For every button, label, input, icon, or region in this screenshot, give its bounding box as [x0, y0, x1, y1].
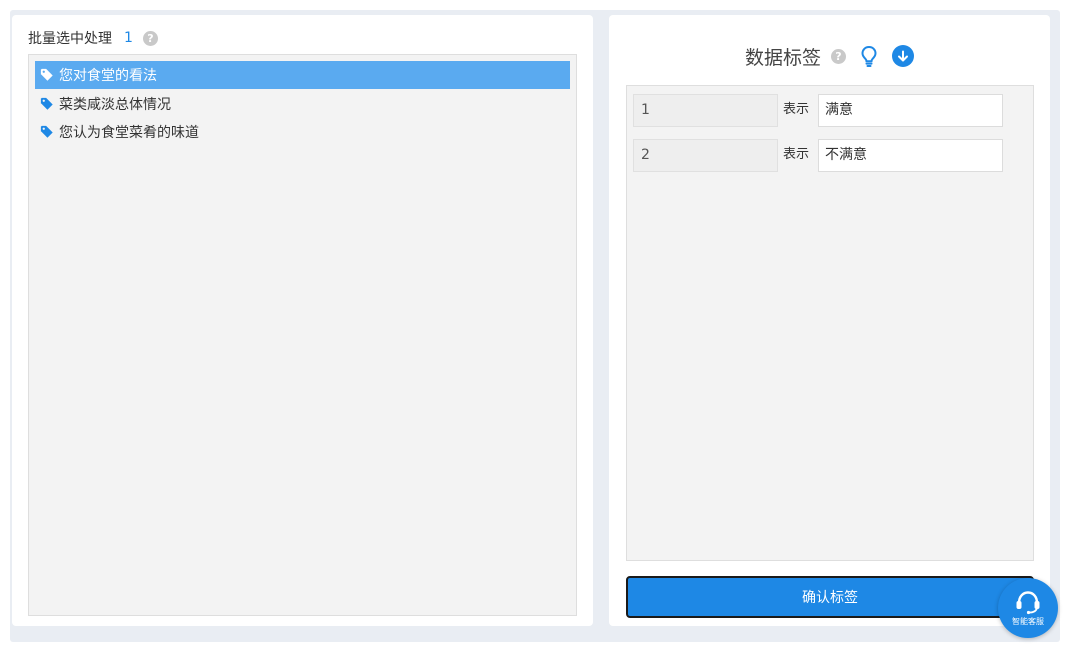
- question-list[interactable]: 您对食堂的看法 菜类咸淡总体情况 您认为食堂菜肴的味道: [28, 54, 577, 616]
- list-item-label: 您认为食堂菜肴的味道: [59, 125, 199, 141]
- page-title: 数据标签: [744, 46, 821, 69]
- means-label: 表示: [783, 102, 810, 117]
- help-icon[interactable]: ?: [831, 48, 846, 64]
- list-item[interactable]: 您认为食堂菜肴的味道: [35, 118, 570, 146]
- batch-select-panel: 批量选中处理 1 ? 您对食堂的看法 菜类咸淡总体情况 您认为食堂菜肴的味道: [12, 15, 593, 626]
- help-icon[interactable]: ?: [142, 30, 158, 46]
- data-label-panel: 数据标签 ? 1 表示 满意 2 表示 不满意 确认标签: [609, 15, 1050, 626]
- batch-title: 批量选中处理: [28, 31, 112, 47]
- tag-icon: [40, 97, 53, 110]
- selected-count: 1: [124, 30, 133, 46]
- code-field: 2: [633, 139, 778, 172]
- code-field: 1: [633, 94, 778, 127]
- tag-icon: [40, 68, 53, 81]
- data-label-header: 数据标签 ?: [609, 41, 1050, 71]
- label-row: 1 表示 满意: [633, 94, 1013, 127]
- batch-header: 批量选中处理 1 ?: [28, 27, 158, 49]
- arrow-down-icon: [898, 50, 908, 62]
- headset-icon: [1016, 591, 1040, 615]
- list-item[interactable]: 您对食堂的看法: [35, 61, 570, 89]
- customer-service-button[interactable]: 智能客服: [998, 578, 1058, 638]
- means-label: 表示: [783, 147, 810, 162]
- list-item-label: 您对食堂的看法: [59, 68, 157, 84]
- tag-icon: [40, 125, 53, 138]
- lightbulb-icon[interactable]: [860, 45, 878, 67]
- customer-service-label: 智能客服: [1012, 617, 1044, 626]
- label-value-input[interactable]: 满意: [818, 94, 1003, 127]
- list-item-label: 菜类咸淡总体情况: [59, 97, 171, 113]
- list-item[interactable]: 菜类咸淡总体情况: [35, 90, 570, 118]
- label-row: 2 表示 不满意: [633, 139, 1013, 172]
- label-mapping-list: 1 表示 满意 2 表示 不满意: [626, 85, 1034, 561]
- download-icon[interactable]: [892, 45, 914, 67]
- label-value-input[interactable]: 不满意: [818, 139, 1003, 172]
- confirm-label-button[interactable]: 确认标签: [626, 576, 1034, 618]
